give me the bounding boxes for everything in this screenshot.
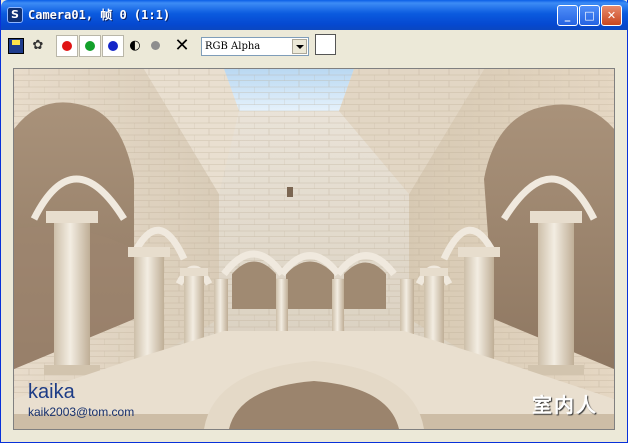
green-channel-icon xyxy=(85,41,95,51)
chevron-down-icon[interactable] xyxy=(292,39,307,54)
close-button[interactable]: ✕ xyxy=(601,5,622,26)
watermark-email: kaik2003@tom.com xyxy=(28,405,135,419)
channel-select[interactable]: RGB Alpha xyxy=(201,37,309,56)
color-swatch[interactable] xyxy=(315,34,336,55)
render-window: S Camera01, 帧 0 (1:1) _ □ ✕ ✿ ◐ ✕ RGB Al… xyxy=(0,0,628,443)
green-channel-button[interactable] xyxy=(79,35,101,57)
title-bar[interactable]: S Camera01, 帧 0 (1:1) _ □ ✕ xyxy=(1,0,628,30)
red-channel-icon xyxy=(62,41,72,51)
channel-select-value: RGB Alpha xyxy=(205,41,261,52)
rendered-image xyxy=(14,69,614,429)
window-title: Camera01, 帧 0 (1:1) xyxy=(28,8,171,22)
render-toolbar: ✿ ◐ ✕ RGB Alpha xyxy=(4,32,624,60)
red-channel-button[interactable] xyxy=(56,35,78,57)
alpha-toggle-icon[interactable]: ◐ xyxy=(128,35,142,57)
render-viewport: kaika kaik2003@tom.com 室内人 xyxy=(13,68,615,430)
monochrome-button[interactable] xyxy=(148,35,162,57)
clear-icon[interactable]: ✕ xyxy=(174,35,190,57)
clone-icon[interactable]: ✿ xyxy=(28,35,48,57)
watermark-site: 室内人 xyxy=(532,393,598,417)
minimize-button[interactable]: _ xyxy=(557,5,578,26)
monochrome-icon xyxy=(150,41,160,50)
maximize-button[interactable]: □ xyxy=(579,5,600,26)
blue-channel-icon xyxy=(108,41,118,51)
watermark-name: kaika xyxy=(28,381,75,403)
app-icon[interactable]: S xyxy=(7,7,23,23)
save-icon[interactable] xyxy=(8,38,24,54)
blue-channel-button[interactable] xyxy=(102,35,124,57)
